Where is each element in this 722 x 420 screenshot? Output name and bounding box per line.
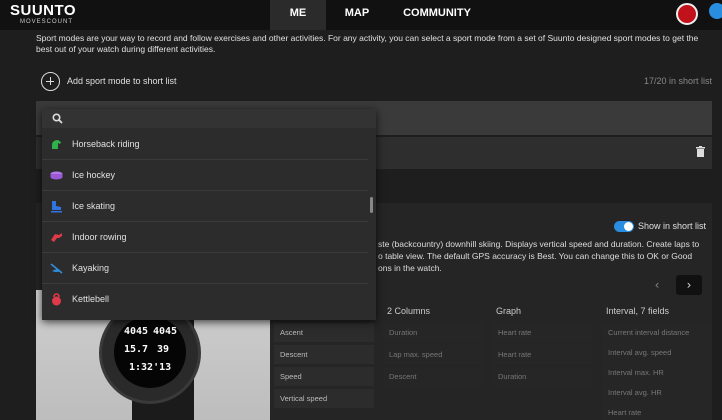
watch-value-top-right: 4045 [153,326,178,337]
watch-value-mid-right: 39 [157,344,170,355]
list-item-label: Indoor rowing [72,232,127,242]
tab-map[interactable]: MAP [326,0,388,30]
list-item-label: Kettlebell [72,294,110,304]
field-cell[interactable]: Duration [492,367,592,386]
logo-subtitle: MOVESCOUNT [20,19,74,25]
short-list-count: 17/20 in short list [643,76,712,86]
description-line: o table view. The default GPS accuracy i… [378,251,693,261]
trash-icon[interactable] [696,146,705,157]
dropdown-scrollbar[interactable] [370,197,373,213]
dropdown-search-row [42,109,376,128]
chevron-right-icon: › [686,278,692,292]
sport-mode-dropdown: Horseback riding Ice hockey Ice skating … [42,109,376,320]
list-item-ice-hockey[interactable]: Ice hockey [42,160,368,191]
avatar[interactable] [676,3,698,25]
field-cell[interactable]: Descent [383,367,483,386]
field-cell[interactable]: Current interval distance [602,323,712,342]
next-arrow-button[interactable]: › [676,275,702,295]
previous-arrow-button[interactable]: ‹ [644,275,670,295]
tab-community[interactable]: COMMUNITY [388,0,486,30]
main-nav: ME MAP COMMUNITY [270,0,486,30]
puck-icon [50,171,63,180]
list-item-ice-skating[interactable]: Ice skating [42,191,368,222]
field-cell[interactable]: Heart rate [492,323,592,342]
sport-mode-description: ste (backcountry) downhill skiing. Displ… [378,238,712,274]
field-cell[interactable]: Speed [274,367,374,386]
field-cell[interactable]: Duration [383,323,483,342]
field-cell[interactable]: Heart rate [492,345,592,364]
show-in-short-list-toggle[interactable] [614,221,634,232]
field-cell[interactable]: Vertical speed [274,389,374,408]
field-cell[interactable]: Interval avg. speed [602,343,712,362]
rowing-icon [51,233,62,242]
notification-badge[interactable] [709,3,722,19]
search-input[interactable] [68,111,358,126]
description-line: ons in the watch. [378,263,442,273]
field-cell[interactable]: Descent [274,345,374,364]
show-in-short-list-label: Show in short list [638,221,707,231]
field-cell[interactable]: Interval max. HR [602,363,712,382]
add-sport-mode-label[interactable]: Add sport mode to short list [67,76,177,86]
plus-circle-icon[interactable] [41,72,60,91]
list-item-label: Kayaking [72,263,110,273]
column-header-interval: Interval, 7 fields [606,306,670,316]
list-item-label: Ice hockey [72,170,116,180]
add-sport-mode-row[interactable]: Add sport mode to short list 17/20 in sh… [36,68,712,96]
chevron-left-icon: ‹ [654,278,660,292]
watch-value-bottom: 1:32'13 [129,362,172,373]
field-cell[interactable]: Lap max. speed [383,345,483,364]
skate-icon [51,201,62,213]
horse-icon [52,140,61,149]
column-header-2-columns: 2 Columns [387,306,431,316]
field-cell[interactable]: Heart rate [602,403,712,420]
list-item-label: Ice skating [72,201,116,211]
list-item-label: Horseback riding [72,139,140,149]
kayak-icon [50,263,63,274]
watch-value-mid-left: 15.7 [124,344,149,355]
intro-text: Sport modes are your way to record and f… [36,33,699,54]
list-item-horseback-riding[interactable]: Horseback riding [42,129,368,160]
list-item-kettlebell[interactable]: Kettlebell [42,284,368,315]
tab-me[interactable]: ME [270,0,326,30]
top-navigation-bar: SUUNTO MOVESCOUNT ME MAP COMMUNITY [0,0,722,30]
suunto-logo[interactable]: SUUNTO MOVESCOUNT [10,3,76,26]
field-cell[interactable]: Ascent [274,323,374,342]
field-cell[interactable]: Interval avg. HR [602,383,712,402]
list-item-kayaking[interactable]: Kayaking [42,253,368,284]
description-line: ste (backcountry) downhill skiing. Displ… [378,239,700,249]
column-header-graph: Graph [496,306,522,316]
watch-value-top-left: 4045 [124,326,149,337]
kettlebell-icon [52,293,61,306]
list-item-indoor-rowing[interactable]: Indoor rowing [42,222,368,253]
search-icon [52,113,63,124]
logo-wordmark: SUUNTO [10,2,77,19]
